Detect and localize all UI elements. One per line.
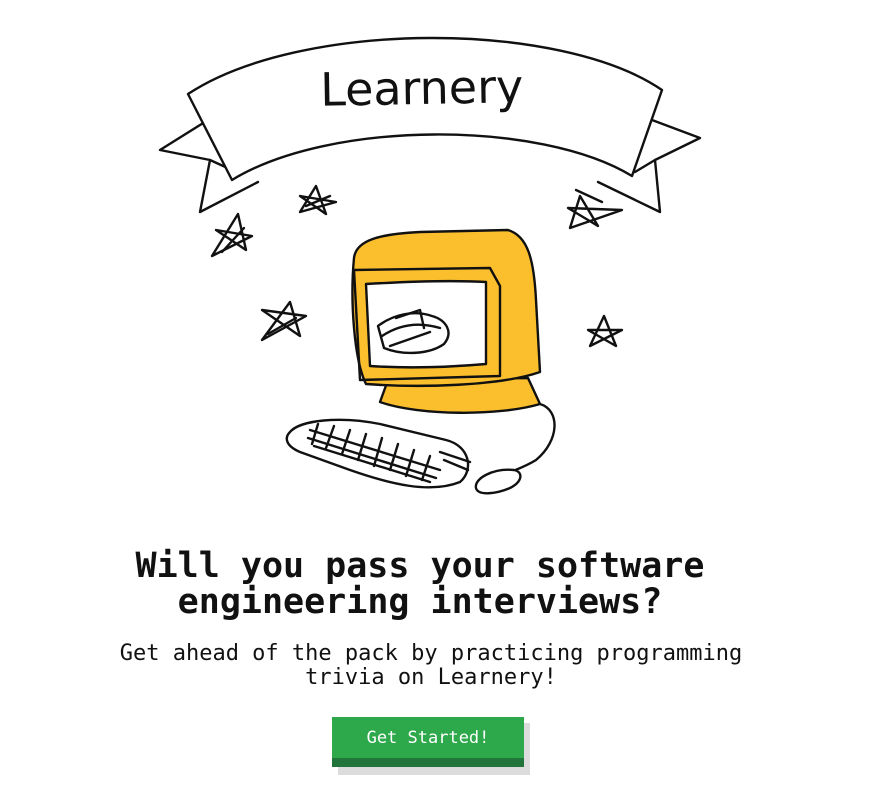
page-headline: Will you pass your software engineering …: [0, 548, 840, 620]
mouse-icon: [474, 468, 522, 495]
hero-illustration: Learnery: [158, 36, 702, 495]
page-subheading: Get ahead of the pack by practicing prog…: [0, 642, 862, 690]
star-icon: [210, 212, 254, 258]
get-started-container: Get Started!: [332, 717, 530, 775]
cable-line: [498, 402, 556, 480]
subhead-line-1: Get ahead of the pack by practicing prog…: [119, 641, 743, 666]
star-icon: [298, 184, 338, 216]
headline-line-1: Will you pass your software: [135, 546, 705, 586]
computer-icon: [351, 228, 542, 414]
banner-logo-text: Learnery: [320, 59, 524, 117]
landing-page: Learnery Will you pass your software eng…: [0, 0, 882, 809]
headline-line-2: engineering interviews?: [177, 582, 663, 622]
star-icon: [586, 314, 624, 348]
get-started-button[interactable]: Get Started!: [332, 717, 524, 767]
keyboard-icon: [285, 418, 472, 489]
subhead-line-2: trivia on Learnery!: [305, 665, 557, 690]
star-icon: [260, 300, 308, 342]
learnery-banner: Learnery: [158, 36, 702, 214]
get-started-label: Get Started!: [332, 717, 524, 767]
star-icon: [566, 188, 624, 230]
